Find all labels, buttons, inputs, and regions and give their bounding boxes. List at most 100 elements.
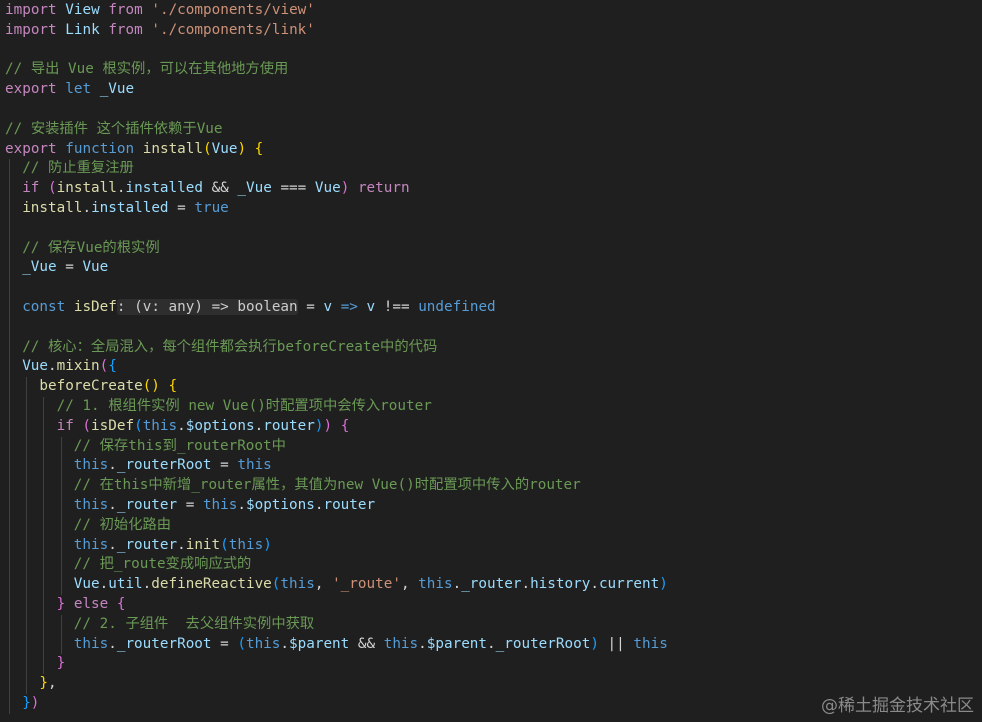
code-editor[interactable]: import View from './components/view' impo… — [0, 0, 982, 722]
indent-guide — [9, 377, 10, 397]
code-token: . — [487, 635, 496, 652]
indent-guide — [43, 555, 45, 576]
code-line: import View from './components/view' — [0, 1, 982, 21]
code-token: ) — [237, 140, 247, 157]
code-token: ( — [48, 180, 57, 197]
code-token: this — [73, 635, 109, 652]
code-token: . — [108, 635, 117, 652]
code-token: // 2. 子组件 去父组件实例中获取 — [73, 615, 315, 632]
indent-guide — [43, 456, 45, 477]
indent-guide — [9, 614, 10, 635]
code-token: ) — [263, 536, 272, 553]
code-line: export let _Vue — [0, 80, 982, 100]
code-token: ) — [659, 576, 668, 593]
code-token: . — [99, 576, 109, 593]
indent-guide — [26, 495, 28, 516]
code-line: // 保存Vue的根实例 — [0, 238, 982, 259]
inlay-type-hint: : (v: any) => boolean — [116, 298, 298, 315]
code-token: return — [357, 180, 410, 197]
code-line — [0, 317, 982, 338]
indent-guide — [9, 317, 10, 338]
code-token: . — [177, 536, 186, 553]
indent-guide — [9, 278, 10, 298]
code-token: ) — [30, 694, 40, 711]
code-token: . — [418, 635, 427, 652]
code-token: . — [521, 576, 531, 593]
code-token: mixin — [56, 358, 100, 375]
code-token: Vue — [82, 259, 109, 276]
indent-guide — [43, 654, 45, 675]
code-token: this — [418, 576, 453, 593]
indent-guide — [9, 258, 10, 279]
code-token: , — [48, 675, 57, 692]
code-token: Link — [65, 21, 100, 38]
indent-guide — [43, 515, 45, 536]
code-line: Vue.mixin({ — [0, 357, 982, 378]
indent-guide — [60, 436, 62, 457]
code-token: true — [194, 199, 229, 216]
code-token: util — [108, 576, 143, 593]
code-token: if — [22, 180, 40, 197]
indent-guide — [9, 634, 10, 655]
code-token: from — [108, 2, 143, 18]
code-token: . — [108, 496, 117, 513]
indent-guide — [9, 654, 10, 675]
indent-guide — [26, 416, 28, 437]
code-token: . — [116, 180, 126, 197]
code-token: ( — [220, 536, 229, 553]
code-token: // 把_route变成响应式的 — [73, 556, 252, 573]
code-token: this — [245, 635, 281, 652]
code-token: ) — [323, 417, 333, 434]
code-token: import — [5, 21, 57, 38]
code-token: // 保存this到_routerRoot中 — [73, 437, 286, 454]
watermark: @稀土掘金技术社区 — [821, 696, 974, 716]
indent-guide — [9, 159, 10, 180]
indent-guide — [60, 555, 62, 576]
code-token: _routerRoot — [116, 635, 212, 652]
code-token: this — [142, 417, 178, 434]
indent-guide — [9, 337, 10, 358]
code-line: // 初始化路由 — [0, 515, 982, 536]
code-token: defineReactive — [151, 576, 272, 593]
code-token: || — [598, 635, 634, 652]
indent-guide — [43, 396, 45, 417]
indent-guide — [26, 674, 28, 694]
indent-guide — [26, 476, 28, 496]
code-token: '_route' — [332, 576, 401, 593]
indent-guide — [26, 555, 28, 576]
code-token: // 1. 根组件实例 new Vue()时配置项中会传入router — [56, 397, 432, 414]
code-token: === — [271, 180, 315, 197]
code-token: . — [177, 417, 186, 434]
indent-guide — [43, 436, 45, 457]
indent-guide — [43, 575, 45, 595]
code-token: { — [340, 417, 350, 434]
code-token: install — [22, 199, 83, 216]
code-token: // 导出 Vue 根实例，可以在其他地方使用 — [5, 61, 289, 78]
code-token: = — [211, 457, 238, 474]
code-line: // 2. 子组件 去父组件实例中获取 — [0, 614, 982, 635]
code-token: && — [202, 180, 238, 197]
code-token: _router — [116, 496, 178, 513]
code-token: this — [73, 536, 109, 553]
code-token: Vue — [314, 180, 341, 197]
indent-guide — [9, 436, 10, 457]
code-token: = — [56, 259, 83, 276]
code-token: ( — [237, 635, 246, 652]
code-token: else — [73, 595, 109, 612]
indent-guide — [9, 297, 10, 318]
indent-guide — [43, 634, 45, 655]
code-token: isDef — [91, 417, 135, 434]
indent-guide — [60, 614, 62, 635]
code-token: . — [108, 457, 117, 474]
indent-guide — [26, 377, 28, 397]
code-token: . — [108, 536, 117, 553]
